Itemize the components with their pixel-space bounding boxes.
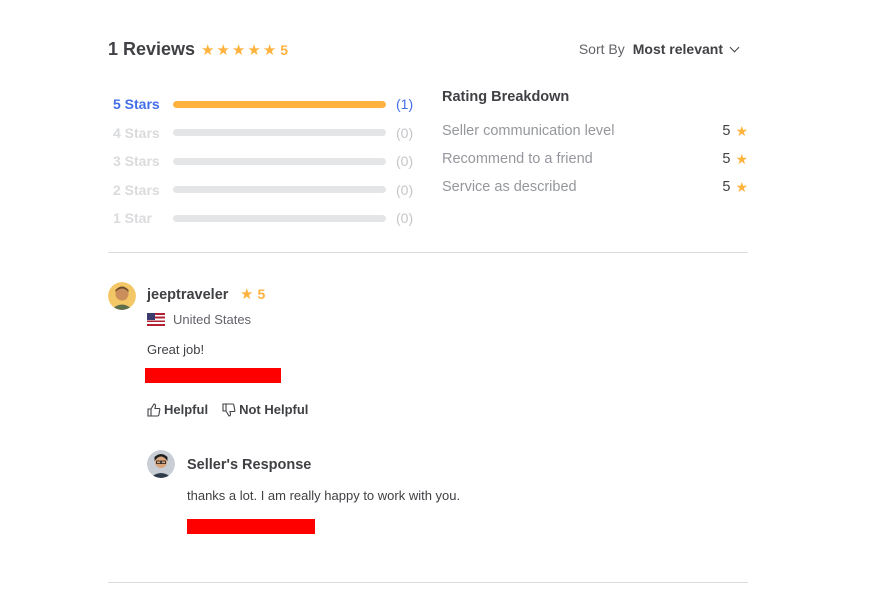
breakdown-label: Recommend to a friend (442, 151, 593, 167)
thumbs-down-icon (222, 402, 236, 417)
sort-label: Sort By (578, 41, 625, 57)
overall-rating-value: 5 (280, 42, 289, 58)
seller-response-text: thanks a lot. I am really happy to work … (187, 488, 461, 503)
rating-bar-track (173, 129, 386, 137)
rating-bar-track (173, 214, 386, 222)
star-icon: ★ (201, 42, 215, 59)
breakdown-value: 5 ★ (722, 123, 748, 139)
helpful-label[interactable]: Helpful (164, 402, 208, 417)
rating-bar-count: (0) (396, 153, 414, 170)
redaction-bar (187, 519, 315, 534)
rating-bar-track (173, 186, 386, 194)
us-flag-icon (147, 313, 165, 326)
rating-distribution: 5 Stars (1) 4 Stars (0) 3 Stars (0) 2 St… (113, 90, 423, 233)
not-helpful-button[interactable]: Not Helpful (222, 402, 308, 417)
overall-rating: ★ ★ ★ ★ ★ 5 (201, 42, 289, 59)
rating-bar-count: (0) (396, 124, 414, 141)
sort-dropdown[interactable]: Sort By Most relevant (578, 41, 740, 57)
reviews-header: 1 Reviews ★ ★ ★ ★ ★ 5 Sort By Most relev… (108, 38, 748, 64)
rating-bar-label: 4 Stars (113, 124, 160, 141)
country-name: United States (173, 312, 252, 327)
rating-bar-row: 1 Star (0) (113, 204, 423, 233)
breakdown-label: Service as described (442, 179, 577, 195)
reviewer-username[interactable]: jeeptraveler (147, 287, 228, 303)
breakdown-row: Seller communication level 5 ★ (442, 117, 748, 145)
star-icon: ★ (216, 42, 230, 59)
seller-response-title: Seller's Response (187, 457, 312, 473)
divider (108, 582, 748, 583)
review-text: Great job! (147, 342, 205, 357)
reviewer-avatar[interactable] (108, 282, 136, 310)
breakdown-value: 5 ★ (722, 151, 748, 167)
seller-avatar[interactable] (147, 450, 175, 478)
divider (108, 252, 748, 253)
star-icon: ★ (262, 42, 277, 59)
chevron-down-icon[interactable] (729, 42, 740, 52)
rating-bar-fill (173, 100, 386, 108)
rating-bar-row: 2 Stars (0) (113, 176, 423, 205)
rating-bar-label[interactable]: 5 Stars (113, 96, 173, 112)
rating-bar-label: 2 Stars (113, 181, 160, 198)
breakdown-title: Rating Breakdown (442, 89, 570, 105)
star-icon: ★ (240, 285, 254, 303)
star-icon: ★ (735, 122, 748, 139)
reviewer-rating-value: 5 (257, 286, 266, 302)
star-icon: ★ (231, 42, 246, 59)
rating-bar-label: 1 Star (113, 210, 152, 227)
breakdown-label: Seller communication level (442, 123, 615, 139)
rating-breakdown: Rating Breakdown Seller communication le… (442, 89, 748, 201)
rating-bar-count: (1) (396, 96, 414, 113)
breakdown-value: 5 ★ (722, 179, 748, 195)
star-icon: ★ (735, 178, 748, 195)
rating-bar-row: 4 Stars (0) (113, 119, 423, 148)
reviewer-rating: ★ 5 (240, 286, 265, 302)
review-actions: Helpful Not Helpful (147, 402, 322, 417)
rating-bar-track (173, 157, 386, 165)
reviews-title: 1 Reviews (108, 39, 196, 59)
breakdown-row: Recommend to a friend 5 ★ (442, 145, 748, 173)
breakdown-row: Service as described 5 ★ (442, 173, 748, 201)
rating-bar-row[interactable]: 5 Stars (1) (113, 90, 423, 119)
star-icon: ★ (735, 150, 748, 167)
star-icon: ★ (247, 42, 261, 59)
helpful-button[interactable]: Helpful (147, 402, 208, 417)
rating-bar-count: (0) (396, 181, 414, 198)
rating-bar-row: 3 Stars (0) (113, 147, 423, 176)
not-helpful-label[interactable]: Not Helpful (239, 402, 308, 417)
rating-bar-track (173, 100, 386, 108)
redaction-bar (145, 368, 281, 383)
breakdown-value-number: 5 (722, 151, 731, 167)
sort-value[interactable]: Most relevant (633, 41, 723, 57)
thumbs-up-icon (147, 402, 161, 417)
breakdown-value-number: 5 (722, 179, 731, 195)
rating-bar-count: (0) (396, 210, 414, 227)
reviewer-country: United States (147, 312, 251, 327)
breakdown-value-number: 5 (722, 123, 731, 139)
rating-bar-label: 3 Stars (113, 153, 160, 170)
